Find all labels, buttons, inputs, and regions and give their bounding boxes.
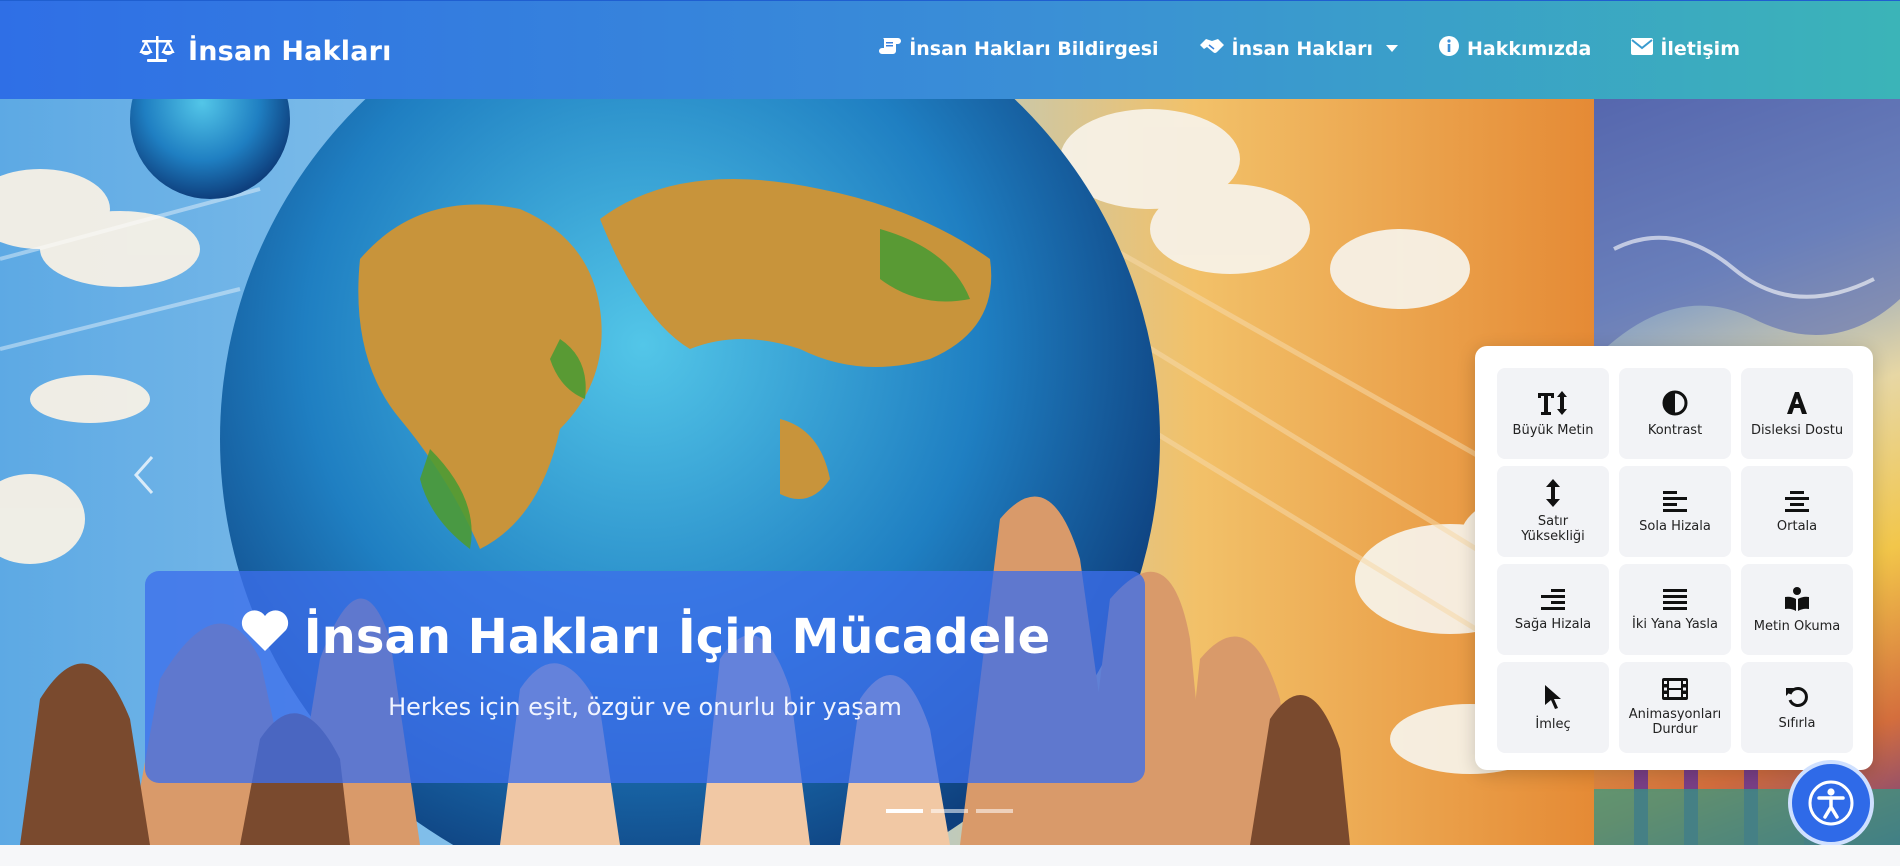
line-height-icon <box>1546 479 1560 507</box>
nav-link-hakkimizda[interactable]: Hakkımızda <box>1438 35 1591 62</box>
align-right-button[interactable]: Sağa Hizala <box>1497 564 1609 655</box>
align-center-icon <box>1785 490 1809 512</box>
text-height-icon <box>1538 390 1567 415</box>
nav-link-label: Hakkımızda <box>1467 37 1592 60</box>
nav-link-label: İnsan Hakları <box>1231 37 1373 60</box>
button-label: Ortala <box>1776 518 1818 534</box>
align-left-button[interactable]: Sola Hizala <box>1619 466 1731 557</box>
accessibility-icon <box>1808 780 1854 826</box>
navbar: İnsan Hakları İnsan Hakları Bildirgesi İ… <box>0 0 1900 99</box>
reset-button[interactable]: Sıfırla <box>1741 662 1853 753</box>
film-icon <box>1662 678 1688 700</box>
align-justify-button[interactable]: İki Yana Yasla <box>1619 564 1731 655</box>
large-text-button[interactable]: Büyük Metin <box>1497 368 1609 459</box>
contrast-button[interactable]: Kontrast <box>1619 368 1731 459</box>
button-label: Animasyonları Durdur <box>1628 707 1722 737</box>
hero-subtitle: Herkes için eşit, özgür ve onurlu bir ya… <box>388 693 902 721</box>
cursor-icon <box>1545 684 1561 709</box>
line-height-button[interactable]: Satır Yüksekliği <box>1497 466 1609 557</box>
align-right-icon <box>1541 588 1565 610</box>
nav-link-label: İnsan Hakları Bildirgesi <box>909 37 1159 60</box>
hero-title-text: İnsan Hakları İçin Mücadele <box>303 609 1051 665</box>
button-label: Metin Okuma <box>1753 618 1841 634</box>
accessibility-panel: Büyük Metin Kontrast Disleksi Dostu Satı… <box>1475 346 1873 770</box>
nav-link-bildirge[interactable]: İnsan Hakları Bildirgesi <box>878 36 1159 61</box>
handshake-icon <box>1199 36 1225 61</box>
dyslexia-friendly-button[interactable]: Disleksi Dostu <box>1741 368 1853 459</box>
cursor-button[interactable]: İmleç <box>1497 662 1609 753</box>
envelope-icon <box>1631 37 1654 60</box>
heart-icon <box>240 609 290 665</box>
nav-link-label: İletişim <box>1660 37 1740 60</box>
button-label: Büyük Metin <box>1512 422 1594 438</box>
nav-link-iletisim[interactable]: İletişim <box>1631 37 1740 60</box>
balance-scale-icon <box>138 34 176 68</box>
page-content-start <box>0 845 1900 866</box>
carousel-indicator-3[interactable] <box>976 809 1013 813</box>
brand-title: İnsan Hakları <box>188 35 392 67</box>
stop-animations-button[interactable]: Animasyonları Durdur <box>1619 662 1731 753</box>
accessibility-toggle-button[interactable] <box>1788 760 1874 846</box>
chevron-down-icon <box>1386 45 1398 52</box>
carousel-indicators <box>886 809 1013 813</box>
text-reading-button[interactable]: Metin Okuma <box>1741 564 1853 655</box>
reset-icon <box>1786 686 1808 707</box>
button-label: Disleksi Dostu <box>1750 422 1844 438</box>
accessibility-options: Büyük Metin Kontrast Disleksi Dostu Satı… <box>1497 368 1853 753</box>
button-label: Sola Hizala <box>1639 518 1711 534</box>
button-label: İki Yana Yasla <box>1631 616 1719 632</box>
scroll-icon <box>878 36 902 61</box>
align-center-button[interactable]: Ortala <box>1741 466 1853 557</box>
button-label: Kontrast <box>1647 422 1703 438</box>
carousel-prev-button[interactable] <box>130 451 160 499</box>
carousel-indicator-1[interactable] <box>886 809 923 813</box>
hero-title: İnsan Hakları İçin Mücadele <box>145 609 1145 665</box>
nav-links: İnsan Hakları Bildirgesi İnsan Hakları H… <box>878 35 1740 62</box>
contrast-icon <box>1662 390 1688 415</box>
chevron-left-icon <box>133 456 154 494</box>
carousel-indicator-2[interactable] <box>931 809 968 813</box>
button-label: İmleç <box>1535 716 1571 732</box>
info-circle-icon <box>1438 35 1460 62</box>
brand[interactable]: İnsan Hakları <box>138 31 392 71</box>
button-label: Sıfırla <box>1778 715 1816 731</box>
align-left-icon <box>1663 490 1687 512</box>
button-label: Sağa Hizala <box>1514 616 1592 632</box>
font-icon <box>1787 391 1807 414</box>
button-label: Satır Yüksekliği <box>1521 514 1585 544</box>
book-reader-icon <box>1785 586 1809 611</box>
align-justify-icon <box>1663 588 1687 610</box>
hero-caption: İnsan Hakları İçin Mücadele Herkes için … <box>145 571 1145 783</box>
nav-link-insan-haklari-dropdown[interactable]: İnsan Hakları <box>1199 36 1398 61</box>
